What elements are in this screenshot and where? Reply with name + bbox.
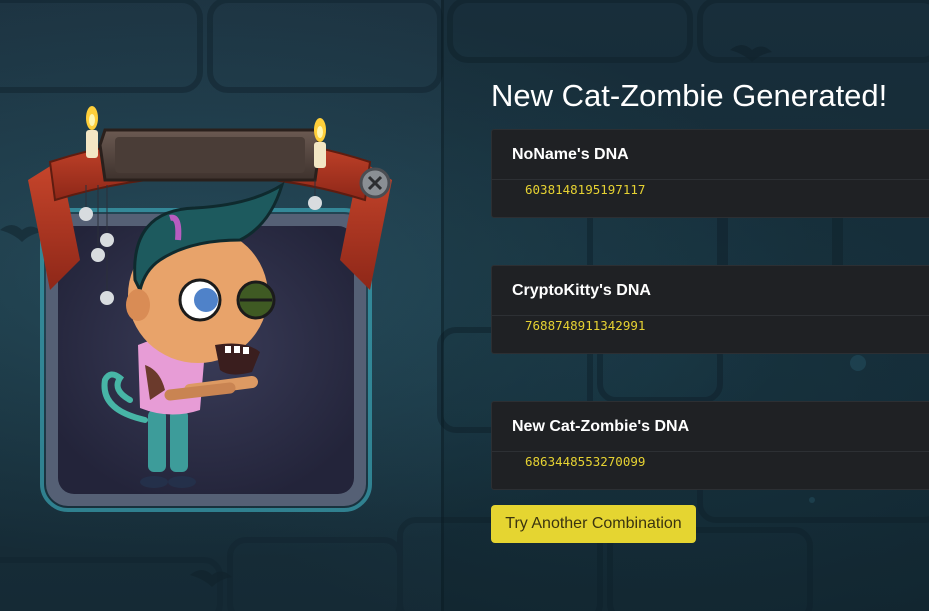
dna-panel-noname: NoName's DNA 6038148195197117: [491, 129, 929, 218]
dna-value: 7688748911342991: [525, 318, 646, 333]
dna-value: 6038148195197117: [525, 182, 646, 197]
victory-card-illustration: [28, 106, 392, 512]
dna-panel-label: CryptoKitty's DNA: [512, 282, 651, 299]
dna-value: 6863448553270099: [525, 454, 646, 469]
dna-panel-divider: [492, 315, 929, 316]
dna-panel-cryptokitty: CryptoKitty's DNA 7688748911342991: [491, 265, 929, 354]
dna-panel-new-cat-zombie: New Cat-Zombie's DNA 6863448553270099: [491, 401, 929, 490]
dna-panel-divider: [492, 451, 929, 452]
try-another-combination-button[interactable]: Try Another Combination: [491, 505, 696, 543]
dna-panel-label: NoName's DNA: [512, 146, 629, 163]
panel-divider: [441, 0, 444, 611]
victory-card: [20, 90, 400, 530]
page-title: New Cat-Zombie Generated!: [491, 78, 888, 113]
dna-panel-divider: [492, 179, 929, 180]
dna-panel-label: New Cat-Zombie's DNA: [512, 418, 690, 435]
